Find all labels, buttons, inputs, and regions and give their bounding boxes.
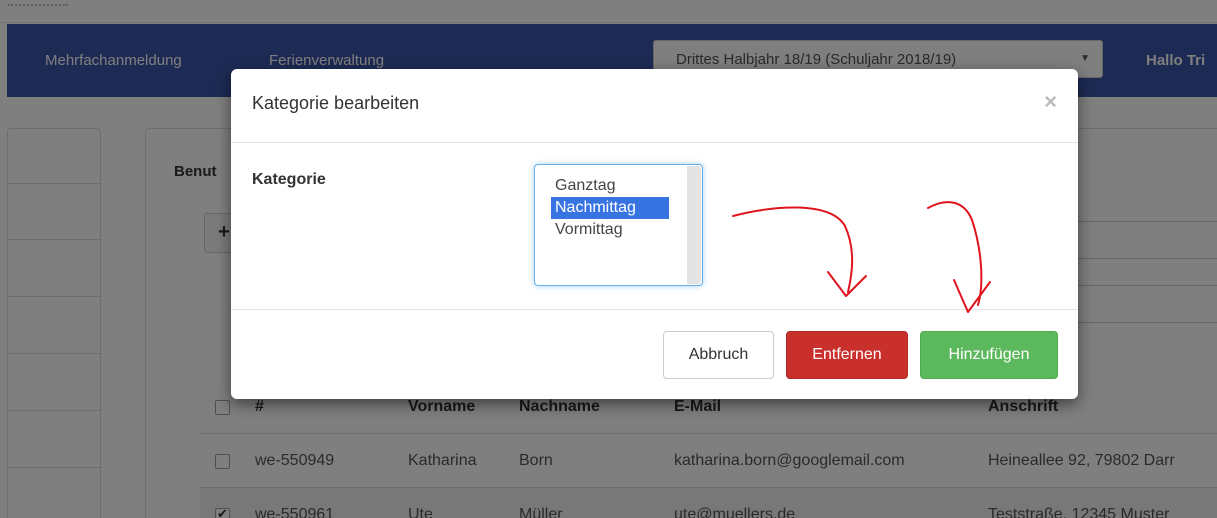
category-label: Kategorie (252, 171, 326, 188)
option-ganztag[interactable]: Ganztag (551, 175, 619, 197)
edit-category-dialog: Kategorie bearbeiten × Kategorie Ganztag… (231, 69, 1078, 399)
dialog-body: Kategorie Ganztag Nachmittag Vormittag (231, 143, 1078, 309)
dialog-footer: Abbruch Entfernen Hinzufügen (231, 309, 1078, 399)
close-icon[interactable]: × (1044, 89, 1057, 115)
listbox-scrollbar[interactable] (687, 166, 701, 284)
add-button[interactable]: Hinzufügen (920, 331, 1058, 379)
option-vormittag[interactable]: Vormittag (551, 219, 627, 241)
category-listbox[interactable]: Ganztag Nachmittag Vormittag (534, 164, 703, 286)
option-nachmittag[interactable]: Nachmittag (551, 197, 669, 219)
cancel-button[interactable]: Abbruch (663, 331, 774, 379)
dialog-header: Kategorie bearbeiten × (231, 69, 1078, 143)
remove-button[interactable]: Entfernen (786, 331, 908, 379)
dialog-title: Kategorie bearbeiten (252, 93, 420, 113)
